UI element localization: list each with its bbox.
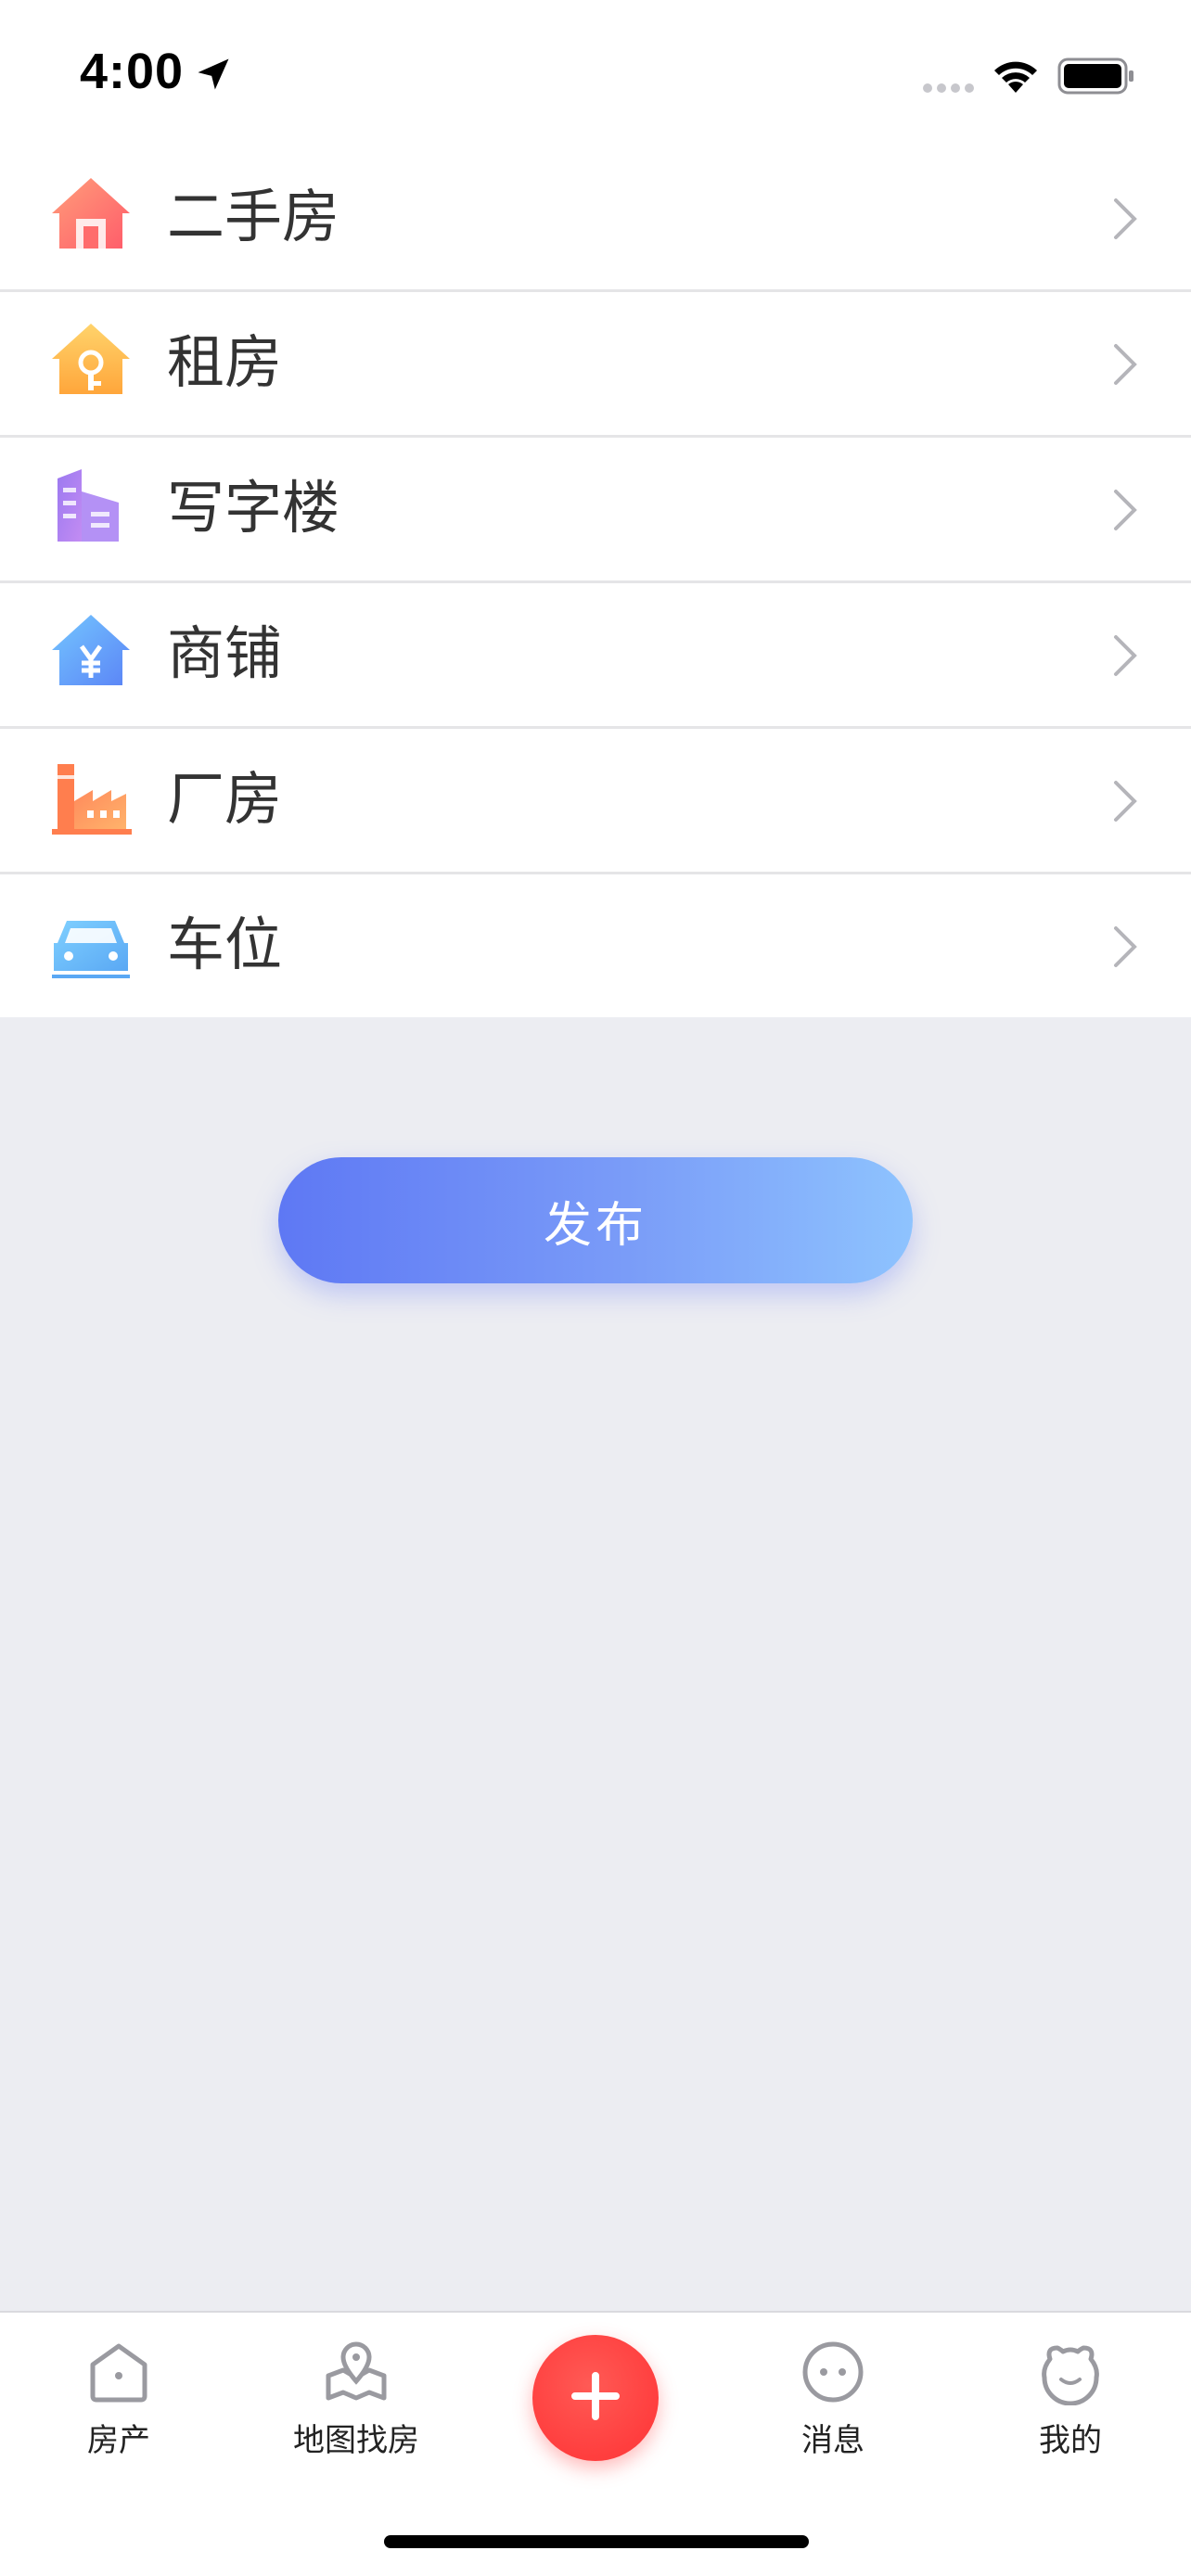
- menu-item-factory[interactable]: 厂房: [0, 729, 1191, 874]
- house-icon: [48, 172, 134, 258]
- menu-item-second-hand-house[interactable]: 二手房: [0, 147, 1191, 292]
- menu-item-label: 写字楼: [167, 474, 340, 542]
- property-category-list: 二手房 租房 写字楼 商铺 厂房 车位: [0, 147, 1191, 1017]
- chevron-right-icon: [1111, 925, 1139, 973]
- menu-item-label: 厂房: [167, 765, 283, 833]
- chevron-right-icon: [1111, 633, 1139, 682]
- message-face-icon: [800, 2339, 866, 2409]
- menu-item-parking[interactable]: 车位: [0, 874, 1191, 1017]
- location-arrow-icon: [193, 54, 234, 98]
- status-bar: 4:00: [0, 0, 1191, 147]
- status-time: 4:00: [80, 44, 185, 99]
- chevron-right-icon: [1111, 488, 1139, 536]
- tab-label: 消息: [801, 2422, 864, 2459]
- map-pin-icon: [323, 2339, 390, 2409]
- bottom-tab-bar: 房产 地图找房 消息 我的: [0, 2311, 1191, 2576]
- office-building-icon: [48, 464, 134, 549]
- home-tab-icon: [85, 2339, 152, 2409]
- menu-item-label: 商铺: [167, 619, 283, 687]
- factory-icon: [48, 755, 134, 840]
- chevron-right-icon: [1111, 342, 1139, 390]
- menu-item-office[interactable]: 写字楼: [0, 438, 1191, 583]
- tab-map-search[interactable]: 地图找房: [263, 2313, 449, 2498]
- signal-dots-icon: [922, 80, 978, 97]
- publish-button[interactable]: 发布: [278, 1157, 913, 1283]
- add-button[interactable]: [532, 2335, 659, 2461]
- tab-label: 房产: [87, 2422, 150, 2459]
- menu-item-label: 二手房: [167, 183, 340, 250]
- wifi-icon: [989, 56, 1043, 98]
- battery-icon: [1057, 57, 1135, 98]
- profile-face-icon: [1037, 2339, 1104, 2409]
- menu-item-label: 车位: [167, 911, 283, 978]
- chevron-right-icon: [1111, 197, 1139, 245]
- menu-item-shop[interactable]: 商铺: [0, 583, 1191, 729]
- tab-mine[interactable]: 我的: [978, 2313, 1163, 2498]
- car-icon: [48, 900, 134, 986]
- tab-label: 我的: [1039, 2422, 1102, 2459]
- menu-item-label: 租房: [167, 328, 283, 396]
- tab-property[interactable]: 房产: [26, 2313, 211, 2498]
- chevron-right-icon: [1111, 779, 1139, 827]
- home-indicator: [384, 2535, 809, 2548]
- plus-icon: [570, 2370, 621, 2426]
- menu-item-rent[interactable]: 租房: [0, 292, 1191, 438]
- shop-yuan-icon: [48, 609, 134, 695]
- house-key-icon: [48, 318, 134, 403]
- tab-messages[interactable]: 消息: [740, 2313, 926, 2498]
- tab-label: 地图找房: [293, 2422, 419, 2459]
